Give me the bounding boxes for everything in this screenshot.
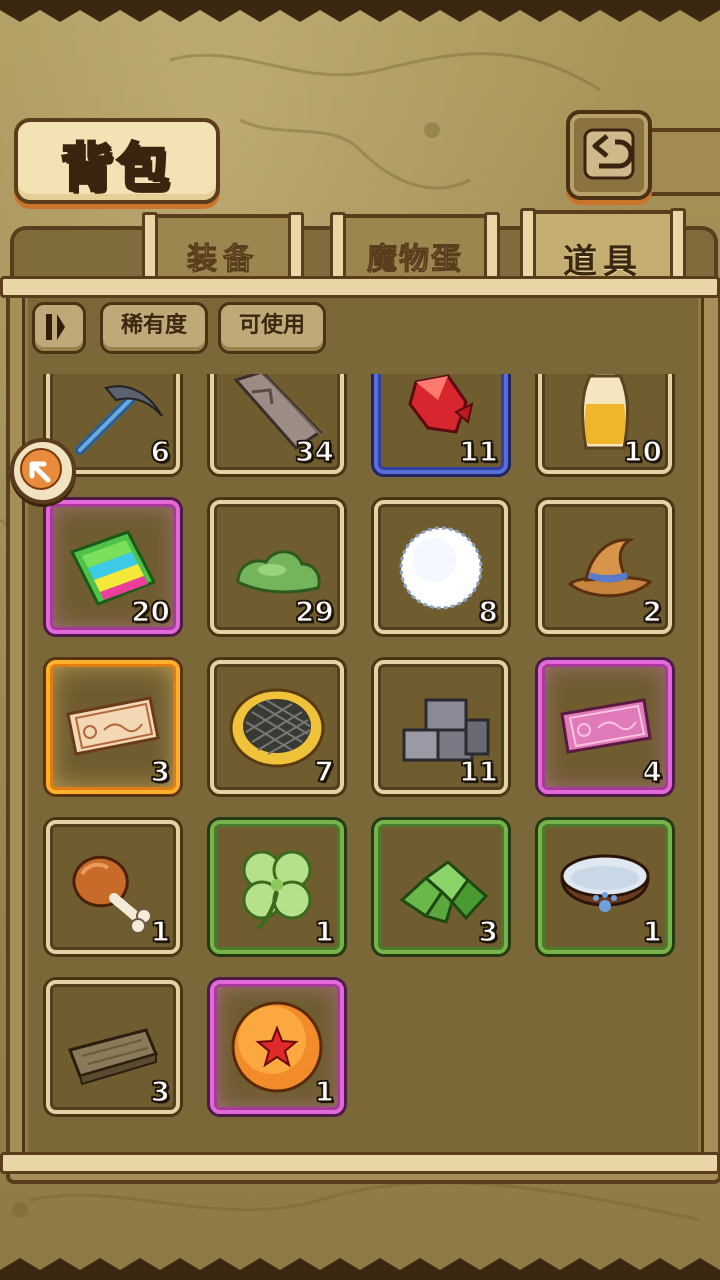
title-plate: 背包 [14, 118, 220, 204]
item-count: 1 [150, 914, 171, 949]
item-slot[interactable]: 7 [210, 660, 344, 794]
item-grid: 6 34 11 10 20 29 8 2 3 7 11 4 1 1 3 1 3 … [20, 374, 696, 1140]
item-slot[interactable]: 29 [210, 500, 344, 634]
item-count: 3 [150, 1074, 171, 1109]
item-slot[interactable]: 11 [374, 660, 508, 794]
item-slot[interactable]: 3 [46, 980, 180, 1114]
torn-edge-bottom [0, 1258, 720, 1280]
torn-edge-top [0, 0, 720, 22]
item-slot[interactable]: 20 [46, 500, 180, 634]
item-count: 20 [130, 594, 170, 629]
panel-frame-top [0, 276, 720, 298]
item-count: 4 [642, 754, 663, 789]
item-count: 34 [294, 434, 334, 469]
sort-toggle-icon [46, 314, 65, 340]
page-title: 背包 [59, 137, 173, 201]
usable-filter-button[interactable]: 可使用 [218, 302, 326, 354]
item-count: 2 [642, 594, 663, 629]
item-slot[interactable]: 1 [210, 980, 344, 1114]
item-slot[interactable]: 8 [374, 500, 508, 634]
item-count: 11 [458, 754, 498, 789]
item-count: 1 [642, 914, 663, 949]
item-slot[interactable]: 3 [46, 660, 180, 794]
item-count: 6 [150, 434, 171, 469]
item-count: 7 [314, 754, 335, 789]
item-count: 8 [478, 594, 499, 629]
item-count: 11 [458, 434, 498, 469]
item-slot[interactable]: 10 [538, 374, 672, 474]
item-slot[interactable]: 1 [46, 820, 180, 954]
item-count: 1 [314, 1074, 335, 1109]
tab-monster-egg[interactable]: 魔物蛋 [330, 212, 500, 288]
item-slot[interactable]: 4 [538, 660, 672, 794]
item-slot[interactable]: 2 [538, 500, 672, 634]
item-count: 10 [622, 434, 662, 469]
item-count: 1 [314, 914, 335, 949]
collapse-arrow-icon [20, 448, 62, 490]
item-slot[interactable]: 34 [210, 374, 344, 474]
tab-equipment[interactable]: 装备 [142, 212, 304, 288]
item-slot[interactable]: 11 [374, 374, 508, 474]
item-slot[interactable]: 1 [538, 820, 672, 954]
tab-label: 魔物蛋 [367, 242, 463, 278]
rarity-filter-button[interactable]: 稀有度 [100, 302, 208, 354]
sort-toggle-button[interactable] [32, 302, 86, 354]
item-slot[interactable]: 1 [210, 820, 344, 954]
tab-label: 装备 [187, 242, 259, 278]
item-count: 29 [294, 594, 334, 629]
item-count: 3 [478, 914, 499, 949]
item-count: 3 [150, 754, 171, 789]
side-collapse-button[interactable] [10, 438, 76, 504]
panel-frame-bottom [0, 1152, 720, 1174]
item-slot[interactable]: 3 [374, 820, 508, 954]
back-arrow-icon [583, 128, 635, 180]
back-button[interactable] [566, 110, 652, 200]
